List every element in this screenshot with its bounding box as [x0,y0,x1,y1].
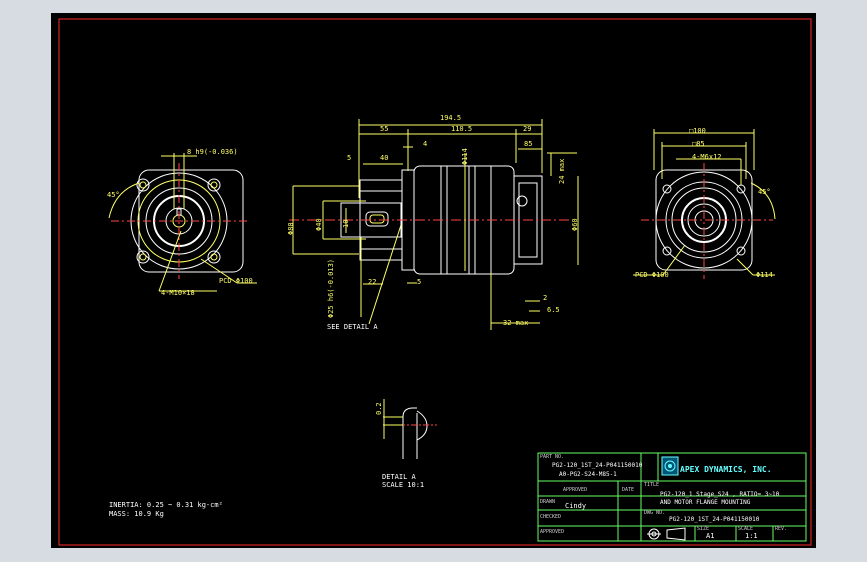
mass-note: MASS: 10.9 Kg [109,510,164,518]
detail-dim: 0.2 [375,402,383,415]
dim-24max: 24 max [558,159,566,184]
dwg-no: PG2-120_1ST_24-P041150010 [669,516,760,523]
dim-5b: 5 [417,278,421,286]
right-sq85: □85 [692,140,705,148]
dwg-no-label: DWG NO. [644,510,665,516]
see-detail-label: SEE DETAIL A [327,323,378,331]
dim-40v: Φ40 [315,218,323,231]
detail-a [383,399,437,459]
drawn-label: DRAWN [540,499,555,505]
dim-overall: 194.5 [440,114,461,122]
left-pcd-label: PCD Φ100 [219,277,253,285]
inertia-note: INERTIA: 0.25 ~ 0.31 kg-cm² [109,501,223,509]
title-line-1: PG2-120_1 Stage_S24 , RATIO= 3~10 [660,491,780,498]
dim-25: Φ25 h6(-0.013) [327,259,335,318]
left-view [108,153,257,292]
left-angle-dim: 45° [107,191,120,199]
cad-drawing: 8 h9(-0.036) 45° 4-M10×18 PCD Φ100 194.5… [58,18,812,546]
right-angle: 45° [758,188,771,196]
dim-29: 29 [523,125,531,133]
dim-10: 10 [342,220,350,228]
date-label: DATE [622,487,634,493]
dim-2: 2 [543,294,547,302]
part-no-label: PART NO. [540,454,564,460]
dim-55: 55 [380,125,388,133]
dim-110: 110.5 [451,125,472,133]
right-dia: Φ114 [756,271,773,279]
right-holes: 4-M6x12 [692,153,722,161]
detail-scale: SCALE 10:1 [382,481,424,489]
right-sq100: □100 [689,127,706,135]
part-no-1: PG2-120_1ST_24-P041150010 [552,462,643,469]
dim-60: Φ60 [571,218,579,231]
dim-40: 40 [380,154,388,162]
dim-32max: 32 max [503,319,528,327]
right-pcd: PCD Φ100 [635,271,669,279]
size-value: A1 [706,532,714,540]
right-view [633,129,776,279]
drawing-canvas: 8 h9(-0.036) 45° 4-M10×18 PCD Φ100 194.5… [51,13,816,548]
drawn-by: Cindy [565,502,586,510]
dim-80: Φ80 [287,222,295,235]
checked-label: CHECKED [540,514,561,520]
dim-114: Φ114 [461,148,469,165]
part-no-2: A0-PG2-S24-M85-1 [559,471,617,478]
dim-85: 85 [524,140,532,148]
company-name: APEX DYNAMICS, INC. [680,465,772,474]
approved2-label: APPROVED [540,529,564,535]
dim-65: 6.5 [547,306,560,314]
rev-label: REV. [775,526,787,532]
left-holes-label: 4-M10×18 [161,289,195,297]
detail-title: DETAIL A [382,473,417,481]
dim-5: 5 [347,154,351,162]
dim-4: 4 [423,140,427,148]
dim-22: 22 [368,278,376,286]
left-keyway-dim: 8 h9(-0.036) [187,148,238,156]
approved-label: APPROVED [563,487,587,493]
scale-value: 1:1 [745,532,758,540]
projection-symbol-icon [647,527,686,541]
title-label: TITLE [644,482,659,488]
title-line-2: AND MOTOR FLANGE MOUNTING [660,499,751,506]
company-logo-icon [661,456,679,476]
